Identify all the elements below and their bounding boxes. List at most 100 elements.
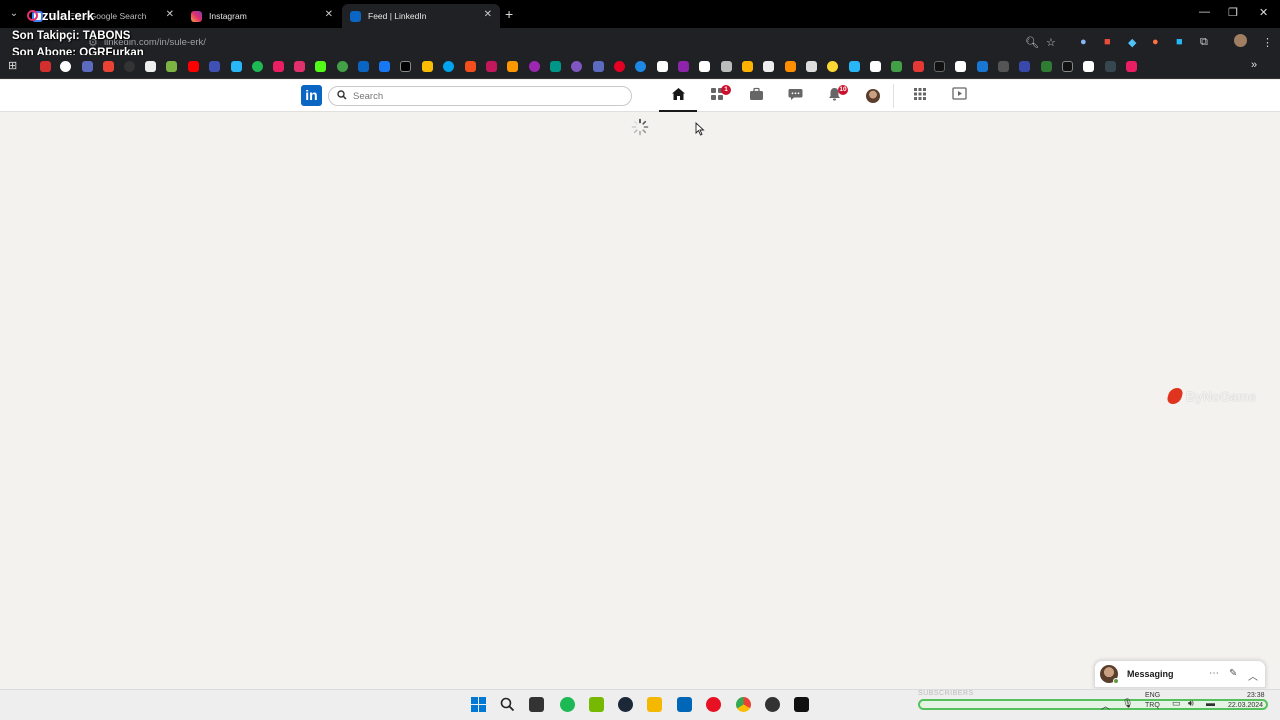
tab-instagram[interactable]: Instagram ✕ (183, 4, 341, 28)
youtube-icon[interactable] (188, 61, 199, 72)
more-menu-icon[interactable]: ⋮ (1262, 36, 1273, 49)
bookmark-icon[interactable] (635, 61, 646, 72)
nvidia-icon[interactable] (589, 697, 604, 712)
close-tab-icon[interactable]: ✕ (484, 9, 492, 20)
more-options-icon[interactable]: ⋯ (1209, 668, 1219, 679)
pinterest-icon[interactable] (614, 61, 625, 72)
app-icon[interactable] (794, 697, 809, 712)
bookmark-icon[interactable] (721, 61, 732, 72)
clock-time[interactable]: 23:38 (1247, 692, 1265, 699)
linkedin-logo[interactable]: in (301, 85, 322, 106)
nav-messaging[interactable] (784, 87, 806, 105)
apps-grid-icon[interactable]: ⊞ (8, 59, 19, 72)
bookmark-icon[interactable] (60, 61, 71, 72)
x-icon[interactable] (400, 61, 411, 72)
bookmark-icon[interactable] (891, 61, 902, 72)
clock-date[interactable]: 22.03.2024 (1228, 702, 1263, 709)
extension-icon[interactable]: ■ (1176, 36, 1183, 48)
app-icon[interactable] (706, 697, 721, 712)
bookmark-icon[interactable] (40, 61, 51, 72)
bookmark-icon[interactable] (1041, 61, 1052, 72)
gmail-icon[interactable] (103, 61, 114, 72)
bookmark-icon[interactable] (998, 61, 1009, 72)
language-trq[interactable]: TRQ (1145, 702, 1160, 709)
bookmark-icon[interactable] (231, 61, 242, 72)
bookmark-icon[interactable] (742, 61, 753, 72)
bookmark-icon[interactable] (166, 61, 177, 72)
file-explorer-icon[interactable] (647, 697, 662, 712)
store-icon[interactable] (677, 697, 692, 712)
bookmark-icon[interactable] (849, 61, 860, 72)
language-eng[interactable]: ENG (1145, 692, 1160, 699)
zoom-icon[interactable]: 🔍︎ (1025, 36, 1039, 49)
bookmark-icon[interactable] (870, 61, 881, 72)
extensions-puzzle-icon[interactable]: ⧉ (1200, 36, 1208, 49)
spotify-icon[interactable] (252, 61, 263, 72)
obs-icon[interactable] (765, 697, 780, 712)
bookmark-icon[interactable] (806, 61, 817, 72)
search-input[interactable] (353, 90, 613, 102)
figma-icon[interactable] (465, 61, 476, 72)
bookmark-icon[interactable] (678, 61, 689, 72)
profile-avatar[interactable] (1234, 34, 1247, 47)
task-view-icon[interactable] (529, 697, 544, 712)
extension-icon[interactable]: ◆ (1128, 36, 1136, 49)
bookmark-star-icon[interactable]: ☆ (1046, 36, 1056, 49)
bookmark-icon[interactable] (145, 61, 156, 72)
bookmark-icon[interactable] (507, 61, 518, 72)
close-tab-icon[interactable]: ✕ (166, 9, 174, 20)
nav-learning[interactable] (948, 87, 970, 105)
compose-icon[interactable]: ✎ (1229, 668, 1237, 679)
spotify-icon[interactable] (560, 697, 575, 712)
more-bookmarks-icon[interactable]: » (1251, 59, 1262, 71)
bookmark-icon[interactable] (763, 61, 774, 72)
new-tab-button[interactable]: + (505, 6, 513, 22)
close-tab-icon[interactable]: ✕ (325, 9, 333, 20)
bookmark-icon[interactable] (699, 61, 710, 72)
volume-icon[interactable]: 🔊︎ (1188, 698, 1194, 709)
search-icon[interactable] (500, 697, 515, 712)
notion-icon[interactable] (955, 61, 966, 72)
steam-icon[interactable] (618, 697, 633, 712)
microphone-icon[interactable]: 🎙︎ (1122, 698, 1133, 709)
bookmark-icon[interactable] (1105, 61, 1116, 72)
extension-icon[interactable]: ● (1152, 36, 1159, 48)
bookmark-icon[interactable] (529, 61, 540, 72)
bookmark-icon[interactable] (571, 61, 582, 72)
nav-me-avatar[interactable] (866, 89, 880, 103)
facebook-icon[interactable] (379, 61, 390, 72)
chevron-up-icon[interactable]: ︿ (1248, 668, 1258, 683)
bookmark-icon[interactable] (443, 61, 454, 72)
nav-work[interactable] (909, 87, 931, 105)
bookmark-icon[interactable] (827, 61, 838, 72)
nav-notifications[interactable]: 10 (823, 85, 848, 105)
chrome-icon[interactable] (736, 697, 751, 712)
bookmark-icon[interactable] (209, 61, 220, 72)
bookmark-icon[interactable] (934, 61, 945, 72)
nav-home[interactable] (667, 87, 689, 105)
messaging-panel-header[interactable]: Messaging ⋯ ✎ ︿ (1094, 660, 1266, 688)
github-icon[interactable] (124, 61, 135, 72)
bookmark-icon[interactable] (82, 61, 93, 72)
nav-jobs[interactable] (745, 87, 767, 105)
bookmark-icon[interactable] (1126, 61, 1137, 72)
linkedin-icon[interactable] (358, 61, 369, 72)
bookmark-icon[interactable] (486, 61, 497, 72)
battery-icon[interactable]: ▬ (1206, 698, 1215, 708)
tab-linkedin-feed[interactable]: Feed | LinkedIn ✕ (342, 4, 500, 28)
medium-icon[interactable] (657, 61, 668, 72)
restore-button[interactable]: ❐ (1228, 6, 1238, 19)
bookmark-icon[interactable] (1083, 61, 1094, 72)
bookmark-icon[interactable] (1062, 61, 1073, 72)
tray-chevron-up-icon[interactable]: ︿ (1101, 699, 1110, 712)
nav-my-network[interactable]: 1 (706, 85, 731, 105)
windows-start-icon[interactable] (471, 697, 486, 712)
close-window-button[interactable]: ✕ (1259, 6, 1268, 19)
instagram-icon[interactable] (294, 61, 305, 72)
bookmark-icon[interactable] (913, 61, 924, 72)
drive-icon[interactable] (422, 61, 433, 72)
bookmark-icon[interactable] (977, 61, 988, 72)
network-icon[interactable]: ▭ (1172, 698, 1181, 709)
minimize-button[interactable]: — (1199, 6, 1210, 18)
extension-icon[interactable]: ■ (1104, 36, 1111, 48)
